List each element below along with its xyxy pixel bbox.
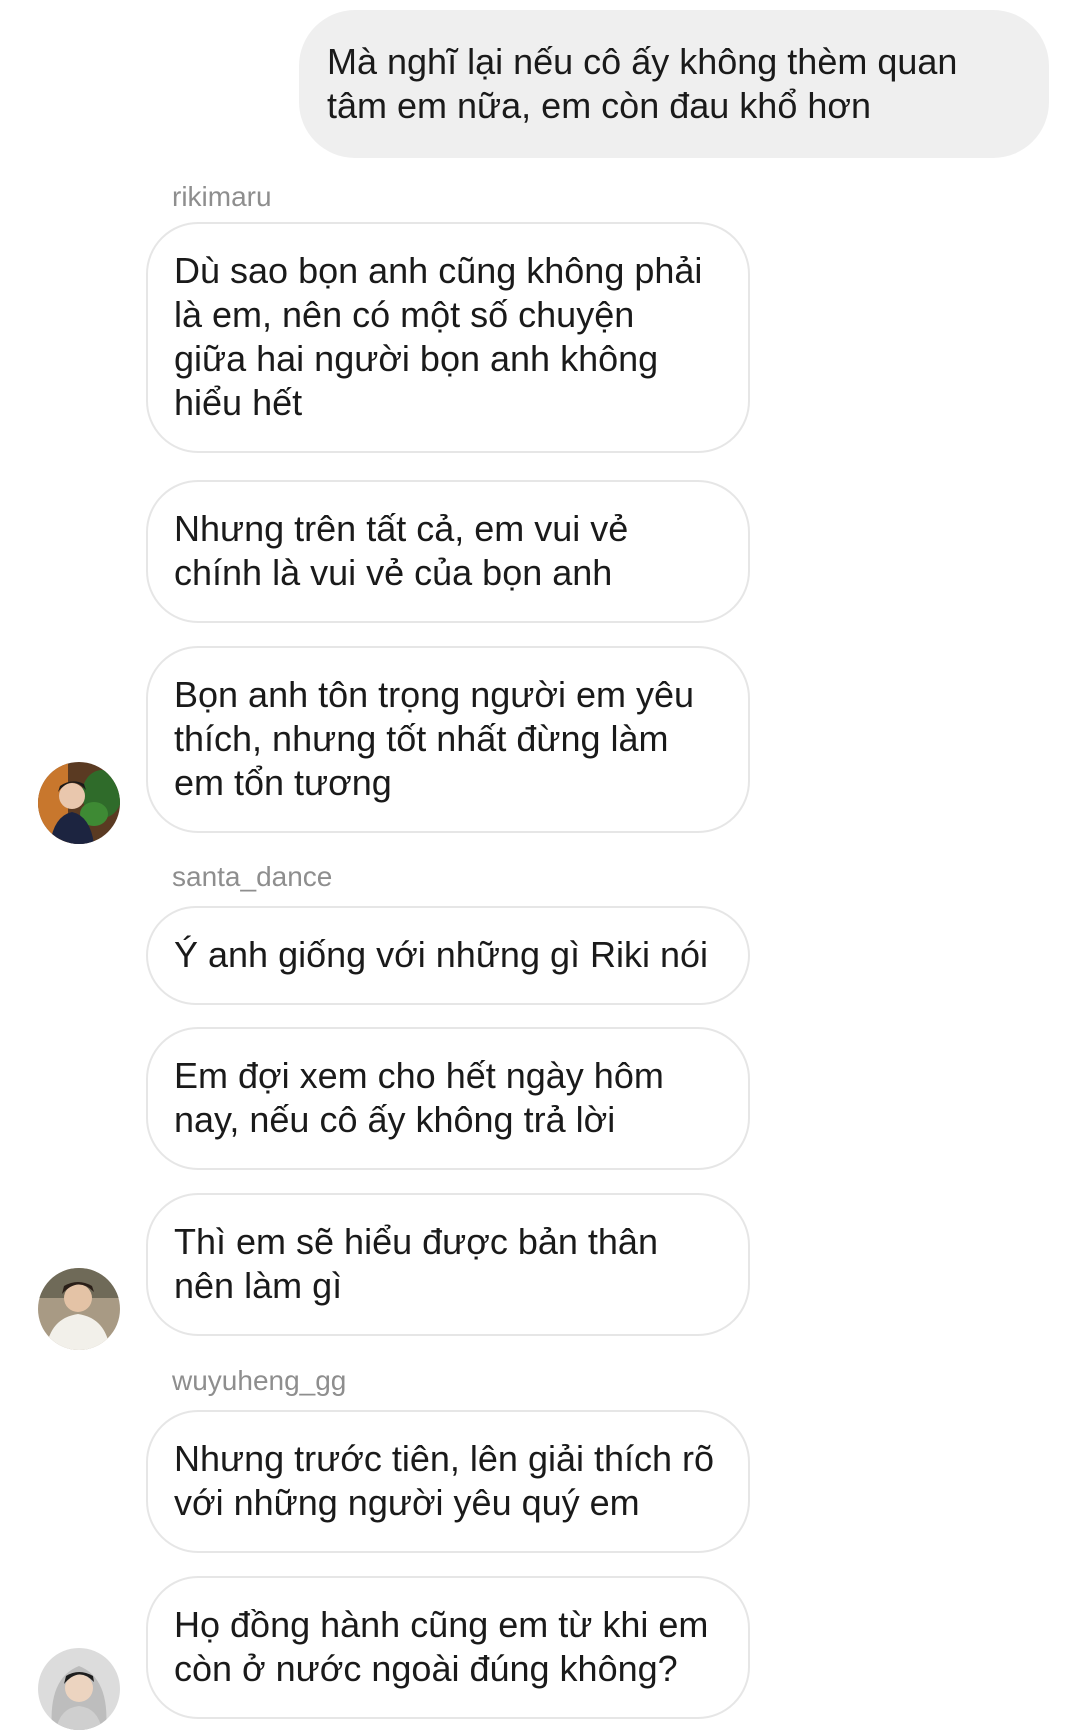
incoming-message-bubble[interactable]: Nhưng trên tất cả, em vui vẻ chính là vu…: [146, 480, 750, 623]
incoming-message-bubble[interactable]: Bọn anh tôn trọng người em yêu thích, nh…: [146, 646, 750, 833]
avatar-image: [38, 1268, 120, 1350]
outgoing-message-bubble[interactable]: Mà nghĩ lại nếu cô ấy không thèm quan tâ…: [299, 10, 1049, 158]
incoming-message-bubble[interactable]: Em đợi xem cho hết ngày hôm nay, nếu cô …: [146, 1027, 750, 1170]
sender-name-wuyuheng-gg: wuyuheng_gg: [172, 1365, 347, 1396]
user-avatar-photo-plant[interactable]: [38, 762, 120, 844]
sender-name-santa-dance: santa_dance: [172, 861, 333, 892]
user-avatar-photo-hoodie[interactable]: [38, 1648, 120, 1730]
avatar-image: [38, 1648, 120, 1730]
incoming-message-bubble[interactable]: Dù sao bọn anh cũng không phải là em, nê…: [146, 222, 750, 453]
user-avatar-photo-white-shirt[interactable]: [38, 1268, 120, 1350]
avatar-image: [38, 762, 120, 844]
incoming-message-bubble[interactable]: Ý anh giống với những gì Riki nói: [146, 906, 750, 1005]
incoming-message-bubble[interactable]: Họ đồng hành cũng em từ khi em còn ở nướ…: [146, 1576, 750, 1719]
incoming-message-bubble[interactable]: Thì em sẽ hiểu được bản thân nên làm gì: [146, 1193, 750, 1336]
incoming-message-bubble[interactable]: Nhưng trước tiên, lên giải thích rõ với …: [146, 1410, 750, 1553]
sender-name-rikimaru: rikimaru: [172, 181, 272, 212]
